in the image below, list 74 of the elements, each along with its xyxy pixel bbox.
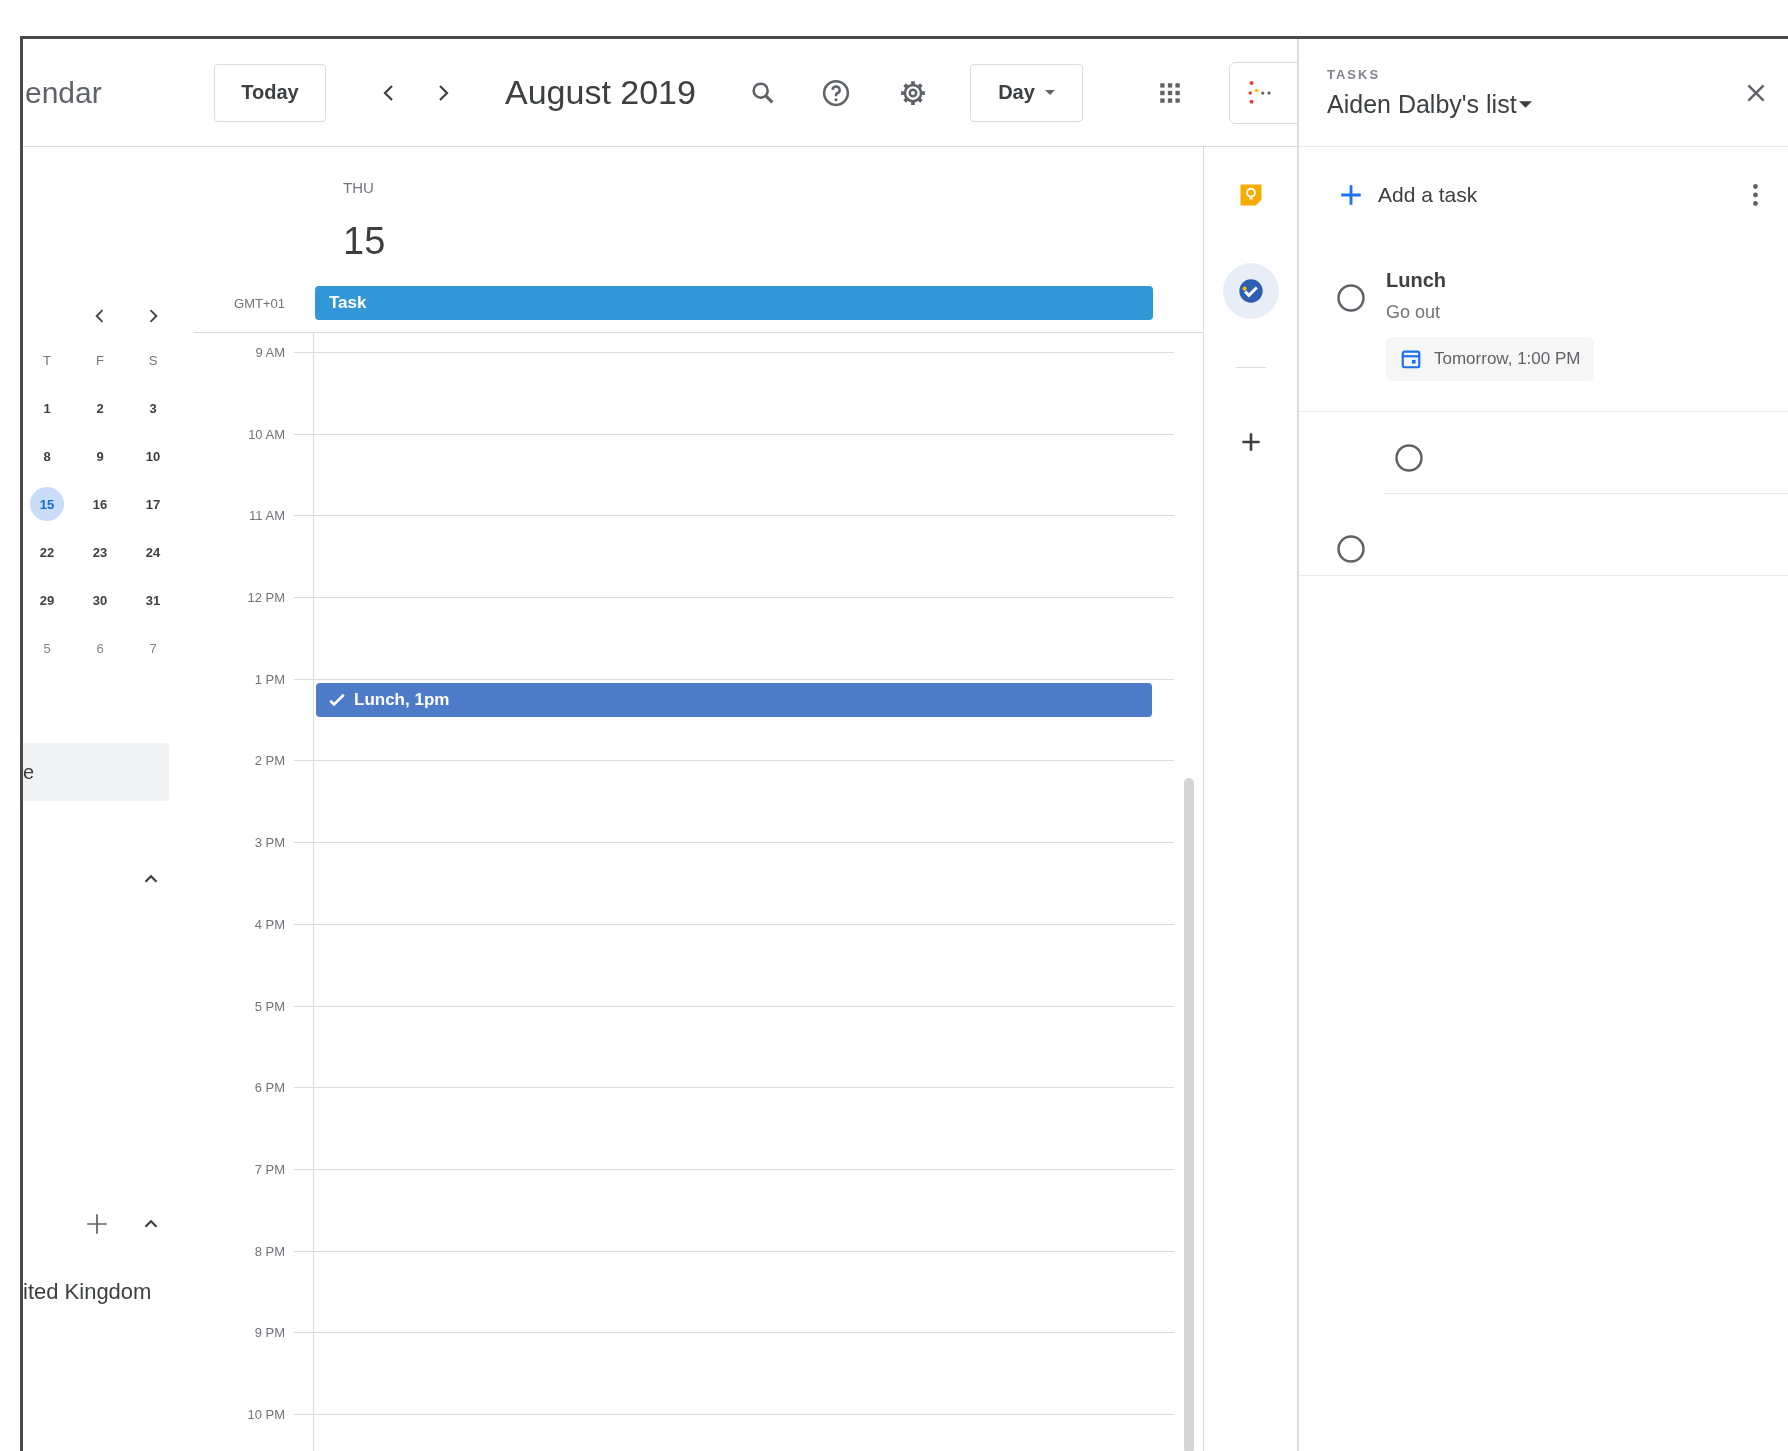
plus-icon [1338,182,1364,208]
scrollbar[interactable] [1184,778,1194,1451]
caret-icon [1044,90,1055,95]
help-icon [821,77,851,108]
hour-label: 2 PM [254,752,285,768]
calendar-day[interactable]: 30 [83,583,117,617]
time-slot[interactable] [313,515,1174,598]
calendar-day[interactable]: 23 [83,535,117,569]
add-task-button[interactable]: Add a task [1338,182,1740,208]
date-number[interactable]: 15 [343,220,386,263]
today-button[interactable]: Today [214,63,326,122]
time-slot[interactable] [313,433,1174,516]
calendar-day[interactable]: 8 [30,439,64,473]
timezone-label: GMT+01 [233,294,285,313]
hour-label: 9 PM [254,1324,285,1340]
time-slot[interactable] [313,760,1174,843]
hour-label: 6 PM [254,1079,285,1095]
view-dropdown[interactable]: Day [970,63,1083,122]
calendar-day[interactable]: 22 [30,535,64,569]
search-field[interactable]: e [23,743,169,801]
calendar-day[interactable]: 9 [83,439,117,473]
calendar-icon [1400,348,1422,370]
toolbar-button[interactable] [1229,61,1297,124]
calendar-day[interactable]: 16 [83,487,117,521]
panel-label: TASKS [1327,66,1381,82]
circle-icon [1336,534,1366,564]
month-title: August 2019 [505,73,697,112]
event-block[interactable]: Lunch, 1pm [316,682,1152,717]
circle-icon [1394,443,1424,473]
calendar-day[interactable]: 29 [30,583,64,617]
task-checkbox[interactable] [1336,534,1366,564]
hour-label: 10 PM [247,1406,285,1422]
task-checkbox[interactable] [1394,443,1424,473]
hour-label: 7 PM [254,1161,285,1177]
task-notes: Go out [1386,302,1441,323]
hour-label: 11 AM [249,507,285,523]
hour-label: 12 PM [247,589,285,605]
calendar-day[interactable]: 10 [136,439,170,473]
calendar-day[interactable]: 17 [136,487,170,521]
hour-label: 5 PM [254,998,285,1013]
hour-label: 1 PM [254,671,285,687]
due-date-chip[interactable]: Tomorrow, 1:00 PM [1386,337,1595,381]
calendar-day[interactable]: 6 [83,631,117,665]
hour-label: 10 AM [248,426,285,442]
time-slot[interactable] [313,1250,1174,1333]
weekday-label: S [147,351,159,370]
calendar-day[interactable]: 2 [83,391,117,425]
caret-icon [1518,100,1532,108]
weekday-label: THU [343,179,374,196]
circle-icon [1336,283,1366,313]
hour-label: 4 PM [254,916,285,932]
weekday-label: F [95,351,105,370]
calendar-day[interactable]: 1 [30,391,64,425]
plus-icon [84,1211,110,1237]
time-slot[interactable]: Lunch, 1pm [313,678,1174,761]
task-title[interactable]: Lunch [1386,269,1446,292]
hour-label: 9 AM [255,344,285,360]
weekday-label: T [42,351,52,370]
list-dropdown[interactable]: Aiden Dalby's list [1327,89,1532,119]
calendar-day[interactable]: 15 [30,487,64,521]
calendar-day[interactable]: 31 [136,583,170,617]
app-title: endar [24,75,103,110]
calendar-day[interactable]: 24 [136,535,170,569]
calendar-name[interactable]: ited Kingdom [23,1272,194,1312]
tasks-button[interactable] [1223,263,1279,319]
check-circle-icon [1237,277,1265,305]
time-slot[interactable] [313,1005,1174,1088]
calendar-day[interactable]: 7 [136,631,170,665]
hour-label: 8 PM [254,1243,285,1259]
task-checkbox[interactable] [1336,283,1366,313]
more-vertical-icon [1752,184,1758,206]
calendar-day[interactable]: 3 [136,391,170,425]
calendar-day[interactable]: 5 [30,631,64,665]
hour-label: 3 PM [254,834,285,850]
